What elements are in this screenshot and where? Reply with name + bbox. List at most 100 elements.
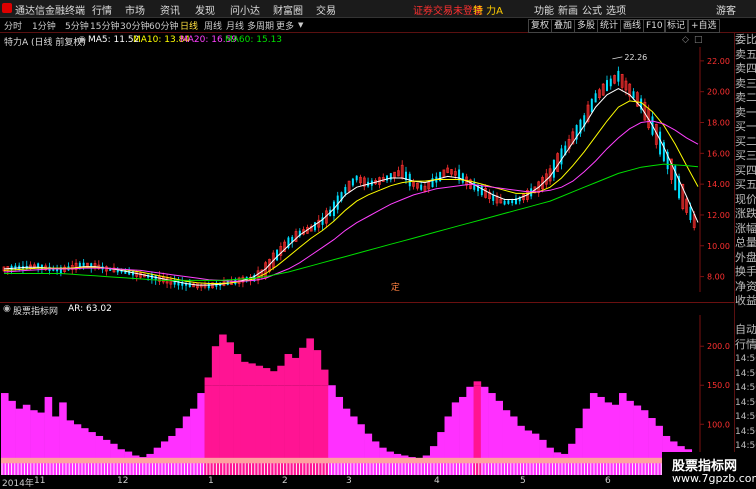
side-item[interactable]: 14:50	[735, 410, 756, 425]
ma-lines	[3, 88, 699, 286]
side-item[interactable]: 收益	[735, 294, 756, 309]
tool-multistock-button[interactable]: 多股	[574, 19, 599, 33]
menu-item-market[interactable]: 市场	[125, 2, 145, 17]
side-item[interactable]: 14:50	[735, 367, 756, 382]
side-item[interactable]	[735, 309, 756, 324]
ar-bar	[95, 435, 104, 475]
side-item[interactable]: 14:50	[735, 352, 756, 367]
side-item[interactable]: 买四	[735, 164, 756, 179]
app-logo-icon	[2, 3, 12, 13]
ar-bar	[15, 408, 24, 475]
side-item[interactable]: 总量	[735, 236, 756, 251]
side-item[interactable]: 14:50	[735, 396, 756, 411]
tab-5min[interactable]: 5分钟	[65, 19, 89, 32]
candle-body	[590, 98, 593, 113]
tool-overlay-button[interactable]: 叠加	[551, 19, 576, 33]
side-item[interactable]: 卖一	[735, 106, 756, 121]
ar-bar-high	[211, 346, 220, 386]
user-label[interactable]: 游客	[716, 2, 736, 17]
side-item[interactable]: 卖四	[735, 62, 756, 77]
menu-item-trade[interactable]: 交易	[316, 2, 336, 17]
ar-bar-high	[299, 347, 307, 386]
date-label-nov: 11	[34, 476, 46, 486]
tab-15min[interactable]: 15分钟	[90, 19, 119, 32]
ar-bar	[146, 453, 154, 475]
side-item[interactable]: 自动	[735, 323, 756, 338]
menu-item-quotes[interactable]: 行情	[92, 2, 112, 17]
tool-stats-button[interactable]: 统计	[597, 19, 622, 33]
quote-side-panel: 委比 卖五 卖四 卖三 卖二 卖一 买一 买二 买三 买四 买五 现价 涨跌 涨幅 总量 外盘 换手 净资 收益自动…	[734, 33, 756, 487]
price-annotations: 22.266.54定	[391, 53, 647, 292]
tab-weekly[interactable]: 周线	[204, 19, 222, 32]
event-marker: 定	[391, 281, 400, 292]
ar-bar-high	[306, 338, 314, 386]
tool-draw-button[interactable]: 画线	[620, 19, 645, 33]
side-item[interactable]: 14:50	[735, 381, 756, 396]
ar-tick-label: 150.00	[707, 381, 730, 390]
ma-line-ma5	[3, 88, 699, 286]
side-item[interactable]: 涨幅	[735, 222, 756, 237]
menu-item-wealth[interactable]: 财富圈	[273, 2, 303, 17]
side-item[interactable]: 14:50	[735, 425, 756, 440]
side-item[interactable]: 卖五	[735, 48, 756, 63]
date-label-feb: 2	[282, 476, 288, 486]
ar-bar-high	[204, 377, 213, 386]
side-item[interactable]: 买二	[735, 135, 756, 150]
date-label-year: 2014年	[2, 479, 34, 489]
tool-f10-button[interactable]: F10	[643, 19, 666, 33]
tab-multi-period[interactable]: 多周期	[247, 19, 274, 32]
candle-body	[313, 222, 316, 231]
tool-add-favorite-button[interactable]: +自选	[688, 19, 720, 33]
candle-body	[632, 91, 635, 99]
side-item[interactable]: 换手	[735, 265, 756, 280]
close-icon[interactable]: □	[694, 35, 703, 45]
tab-timeshare[interactable]: 分时	[4, 19, 22, 32]
candle-body	[560, 148, 563, 165]
tab-daily[interactable]: 日线	[180, 19, 198, 32]
ar-bar	[575, 428, 583, 475]
expand-icon[interactable]: ◇	[682, 35, 689, 45]
chevron-down-icon[interactable]: ▼	[298, 21, 303, 29]
side-item[interactable]: 外盘	[735, 251, 756, 266]
candle-body	[492, 195, 495, 201]
menu-item-assistant[interactable]: 问小达	[230, 2, 260, 17]
menu-item-news[interactable]: 资讯	[160, 2, 180, 17]
side-item[interactable]: 卖三	[735, 77, 756, 92]
side-item[interactable]: 净资	[735, 280, 756, 295]
side-item[interactable]: 现价	[735, 193, 756, 208]
indicator-gear-icon[interactable]: ◉	[3, 304, 11, 314]
date-label-mar: 3	[346, 476, 352, 486]
menu-item-formula[interactable]: 公式	[582, 2, 602, 17]
menu-item-options[interactable]: 选项	[606, 2, 626, 17]
candle-body	[461, 173, 464, 183]
candle-body	[511, 200, 514, 204]
ar-tick-label: 200.00	[707, 342, 730, 351]
tab-60min[interactable]: 60分钟	[149, 19, 178, 32]
menu-item-newdraw[interactable]: 新画	[558, 2, 578, 17]
tab-monthly[interactable]: 月线	[226, 19, 244, 32]
price-tick-label: 10.00	[707, 242, 730, 251]
tool-adjust-button[interactable]: 复权	[528, 19, 553, 33]
gear-icon[interactable]: ◉	[78, 35, 86, 45]
ar-bar-high	[233, 354, 242, 386]
menu-item-discover[interactable]: 发现	[195, 2, 215, 17]
ar-base-band	[1, 457, 699, 464]
tab-1min[interactable]: 1分钟	[32, 19, 56, 32]
side-item[interactable]: 行情	[735, 338, 756, 353]
tab-more[interactable]: 更多	[276, 19, 294, 32]
tab-30min[interactable]: 30分钟	[120, 19, 149, 32]
ar-bar	[364, 433, 373, 475]
side-item[interactable]: 委比	[735, 33, 756, 48]
side-item[interactable]: 买一	[735, 120, 756, 135]
menu-item-function[interactable]: 功能	[534, 2, 554, 17]
candle-body	[609, 78, 612, 87]
ar-bar	[524, 430, 533, 475]
side-item[interactable]: 卖二	[735, 91, 756, 106]
ar-indicator-chart[interactable]: 50.00100.00150.00200.00	[0, 315, 730, 475]
side-item[interactable]: 买五	[735, 178, 756, 193]
candle-body	[594, 93, 597, 103]
side-item[interactable]: 涨跌	[735, 207, 756, 222]
side-item[interactable]: 买三	[735, 149, 756, 164]
price-chart[interactable]: 8.0010.0012.0014.0016.0018.0020.0022.00 …	[0, 47, 730, 292]
tool-mark-button[interactable]: 标记	[664, 19, 689, 33]
